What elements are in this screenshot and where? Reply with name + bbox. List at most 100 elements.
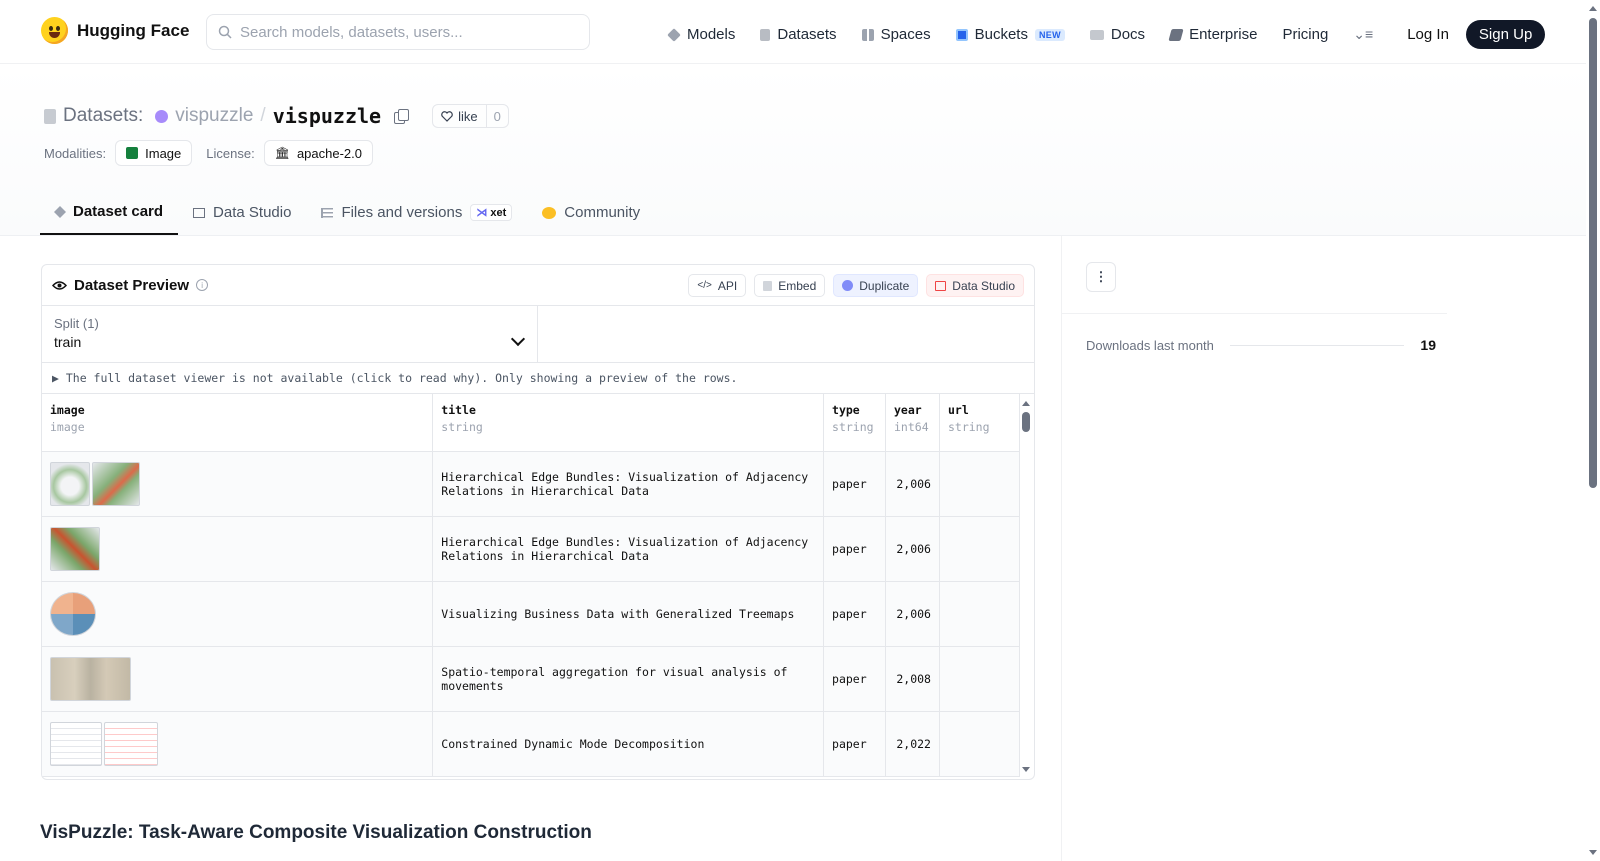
dataset-preview-header: Dataset Preview i </> API Embed Duplicate… (42, 265, 1034, 306)
modalities-label: Modalities: (44, 145, 107, 161)
column-name: url (947, 403, 969, 417)
image-thumbnail[interactable] (50, 526, 100, 571)
data-studio-button-label: Data Studio (952, 278, 1015, 293)
hugging-face-logo-icon (41, 17, 68, 44)
image-thumbnail[interactable] (50, 721, 102, 766)
image-thumbnail[interactable] (104, 721, 158, 766)
xet-badge: ⋊ xet (470, 204, 513, 221)
split-label: Split (1) (54, 316, 99, 331)
scroll-up-icon[interactable] (1022, 401, 1030, 406)
embed-button[interactable]: Embed (754, 274, 826, 297)
nav-docs-link[interactable]: Docs (1089, 26, 1146, 43)
duplicate-button[interactable]: Duplicate (833, 274, 919, 297)
brand-logo-link[interactable]: Hugging Face (41, 17, 189, 44)
column-type: image (50, 420, 85, 434)
image-icon (126, 147, 139, 159)
column-header[interactable]: title string (432, 394, 825, 452)
tab-dataset-card-label: Dataset card (73, 203, 164, 220)
column-header[interactable]: year int64 (885, 394, 940, 452)
data-studio-button[interactable]: Data Studio (926, 274, 1024, 297)
embed-icon (763, 280, 773, 291)
api-button[interactable]: </> API (688, 274, 747, 297)
tab-files-and-versions[interactable]: Files and versions ⋊ xet (306, 190, 527, 235)
duplicate-icon (842, 280, 854, 291)
nav-enterprise-link[interactable]: Enterprise (1168, 26, 1257, 43)
column-header[interactable]: url string (939, 394, 1021, 452)
title-cell: Hierarchical Edge Bundles: Visualization… (432, 451, 825, 517)
login-link[interactable]: Log In (1407, 26, 1449, 43)
image-cell (42, 711, 434, 777)
info-icon[interactable]: i (196, 279, 209, 291)
page-scroll-down-icon[interactable] (1589, 850, 1597, 855)
tab-data-studio[interactable]: Data Studio (178, 190, 306, 235)
nav-datasets-link[interactable]: Datasets (760, 26, 837, 43)
year-cell: 2,022 (885, 711, 940, 777)
image-thumbnail[interactable] (92, 461, 140, 506)
nav-spaces-label: Spaces (880, 26, 931, 43)
image-thumbnail[interactable] (50, 461, 90, 506)
nav-buckets-link[interactable]: Buckets NEW (955, 26, 1065, 43)
license-label: License: (206, 145, 255, 161)
code-icon: </> (697, 280, 712, 291)
signup-button[interactable]: Sign Up (1465, 20, 1546, 49)
owner-link[interactable]: vispuzzle (175, 105, 253, 127)
bucket-icon (955, 28, 968, 41)
more-menu-icon[interactable]: ⌄≡ (1353, 26, 1373, 43)
copy-icon[interactable] (394, 109, 410, 124)
sidebar-divider (1062, 313, 1447, 314)
year-cell: 2,006 (885, 516, 940, 582)
table-scrollbar-thumb[interactable] (1022, 412, 1030, 432)
column-name: image (50, 403, 85, 417)
page-scrollbar-thumb[interactable] (1589, 18, 1597, 488)
license-chip[interactable]: 🏛 apache-2.0 (263, 140, 373, 166)
more-options-button[interactable]: ⋮ (1086, 262, 1116, 292)
image-thumbnail[interactable] (50, 656, 131, 701)
tab-community-label: Community (564, 204, 641, 221)
table-row[interactable]: Hierarchical Edge Bundles: Visualization… (42, 451, 1021, 517)
column-header[interactable]: image image (42, 394, 434, 452)
preview-actions: </> API Embed Duplicate Data Studio (688, 274, 1024, 297)
like-button[interactable]: like 0 (432, 104, 509, 128)
page-scroll-up-icon[interactable] (1589, 6, 1597, 11)
table-header-row: image image title string type string year in… (42, 394, 1021, 452)
scroll-down-icon[interactable] (1022, 767, 1030, 772)
preview-table-container: image image title string type string year in… (42, 394, 1034, 779)
nav-pricing-link[interactable]: Pricing (1282, 26, 1328, 43)
nav-docs-label: Docs (1110, 26, 1146, 43)
nav-datasets-label: Datasets (777, 26, 837, 43)
modality-image-chip[interactable]: Image (115, 140, 193, 166)
search-icon (218, 25, 232, 39)
split-select[interactable]: Split (1) train (42, 306, 538, 362)
data-studio-icon (935, 280, 947, 291)
breadcrumb-separator: / (260, 105, 266, 126)
table-scrollbar[interactable] (1019, 394, 1033, 779)
image-thumbnail[interactable] (50, 591, 96, 636)
table-icon (193, 207, 206, 218)
column-type: string (832, 420, 874, 434)
datasets-breadcrumb-link[interactable]: Datasets: (63, 105, 143, 127)
enterprise-icon (1168, 28, 1184, 41)
eye-icon (52, 280, 67, 290)
repo-tabs: Dataset card Data Studio Files and versi… (40, 190, 655, 235)
tab-dataset-card[interactable]: Dataset card (40, 190, 179, 235)
owner-avatar (155, 109, 169, 123)
title-cell: Constrained Dynamic Mode Decomposition (432, 711, 825, 777)
tab-community[interactable]: Community (527, 190, 655, 235)
url-cell (939, 646, 1021, 712)
nav-pricing-label: Pricing (1282, 26, 1329, 43)
search-input[interactable] (240, 23, 570, 41)
search-box[interactable] (206, 14, 590, 50)
column-name: title (441, 403, 476, 417)
table-row[interactable]: Hierarchical Edge Bundles: Visualization… (42, 516, 1021, 582)
cube-icon (53, 205, 67, 218)
viewer-notice[interactable]: ▶ The full dataset viewer is not availab… (42, 363, 1034, 394)
nav-spaces-link[interactable]: Spaces (861, 26, 931, 43)
url-cell (939, 711, 1021, 777)
nav-models-link[interactable]: Models (667, 26, 735, 43)
table-row[interactable]: Spatio-temporal aggregation for visual a… (42, 646, 1021, 712)
column-header[interactable]: type string (823, 394, 886, 452)
page-scrollbar[interactable] (1586, 0, 1600, 861)
repo-name-link[interactable]: vispuzzle (273, 104, 381, 128)
table-row[interactable]: Constrained Dynamic Mode Decomposition p… (42, 711, 1021, 777)
table-row[interactable]: Visualizing Business Data with Generaliz… (42, 581, 1021, 647)
